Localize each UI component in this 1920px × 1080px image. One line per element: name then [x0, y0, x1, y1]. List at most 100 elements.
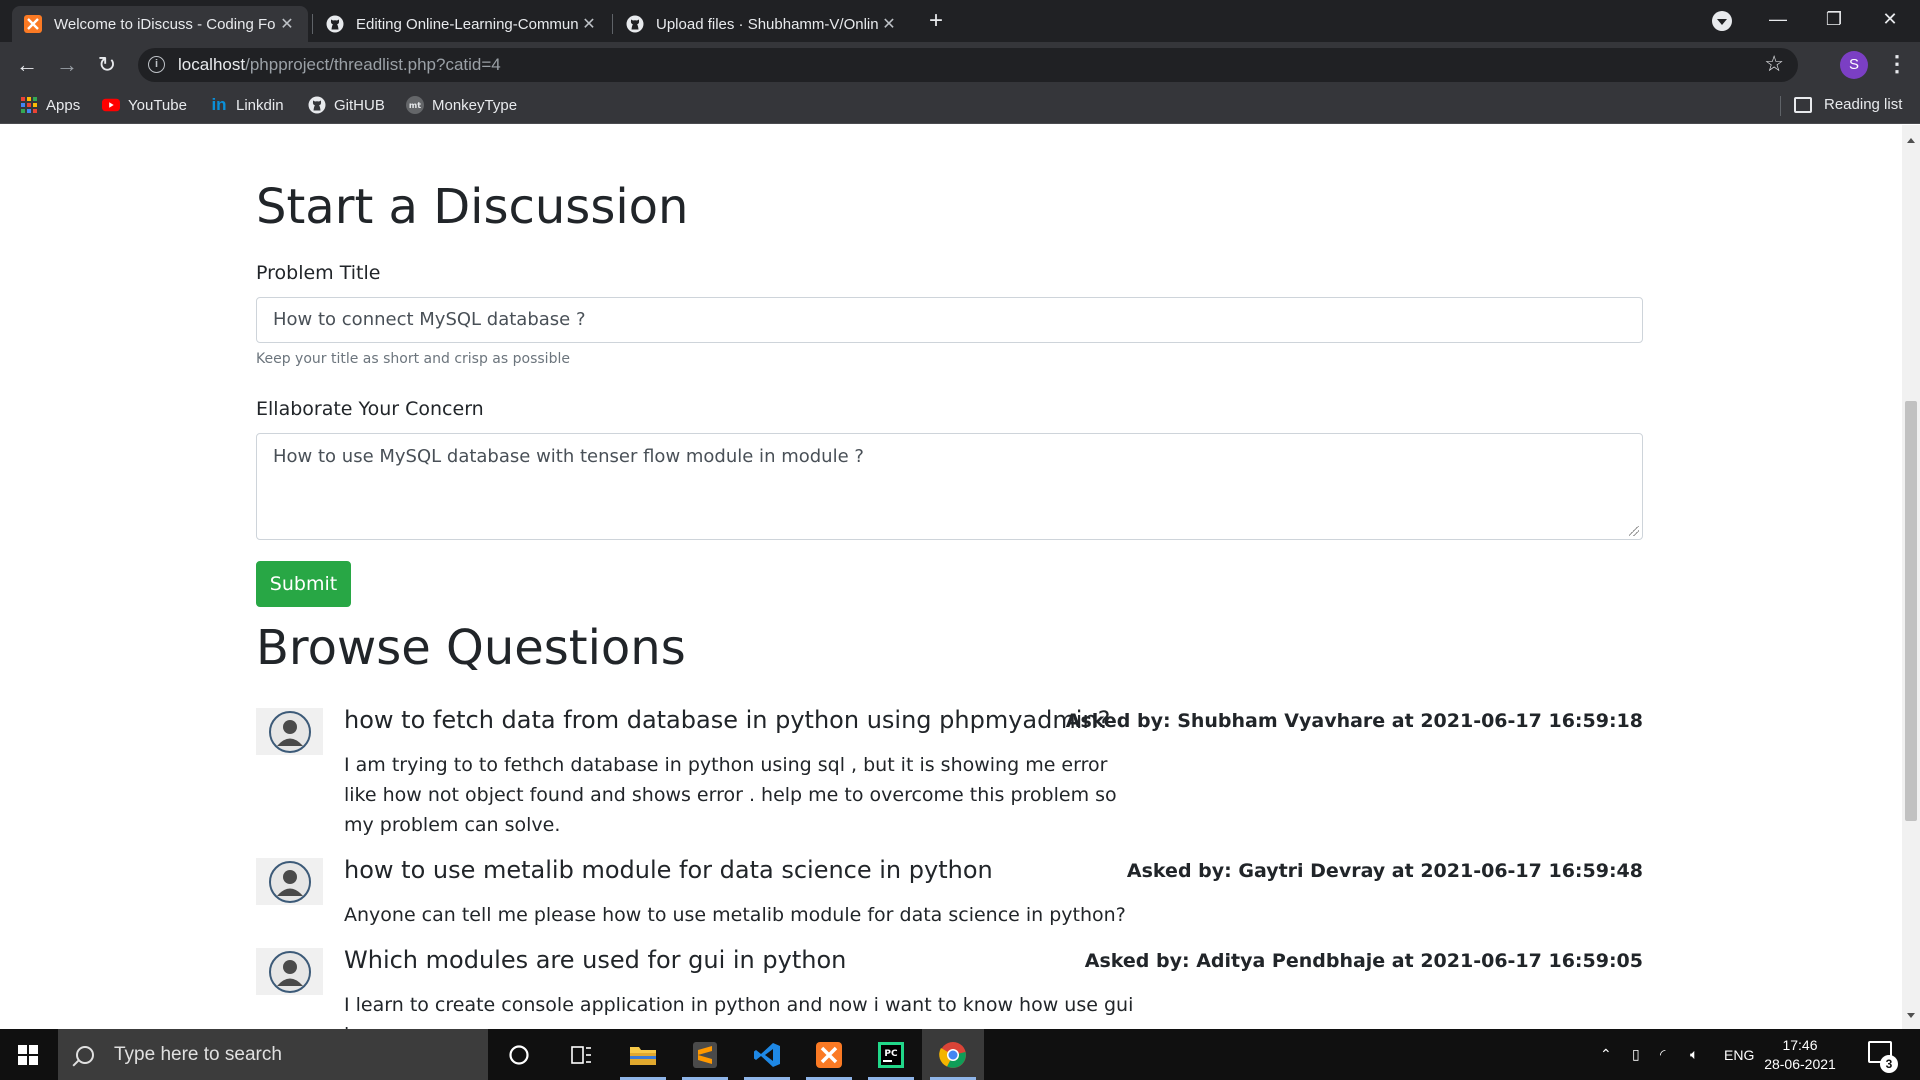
- tab-divider: [612, 14, 613, 34]
- browser-tab-strip: Welcome to iDiscuss - Coding Fo ✕ Editin…: [0, 0, 1920, 42]
- xampp-icon[interactable]: [798, 1029, 860, 1080]
- submit-button[interactable]: Submit: [256, 561, 351, 607]
- bookmark-apps[interactable]: Apps: [20, 96, 80, 114]
- reading-list-icon: [1794, 96, 1812, 113]
- windows-start-icon[interactable]: [18, 1045, 38, 1065]
- pycharm-icon[interactable]: PC: [860, 1029, 922, 1080]
- svg-text:PC: PC: [884, 1049, 898, 1059]
- user-avatar-icon: [256, 858, 323, 905]
- user-avatar-icon: [256, 948, 323, 995]
- browse-questions-heading: Browse Questions: [256, 620, 686, 676]
- svg-text:mt: mt: [409, 101, 421, 110]
- question-description: Anyone can tell me please how to use met…: [344, 904, 1126, 926]
- bookmark-monkeytype[interactable]: mt MonkeyType: [406, 96, 517, 114]
- profile-avatar[interactable]: S: [1840, 51, 1868, 79]
- youtube-icon: [102, 96, 120, 114]
- address-bar[interactable]: i localhost/phpproject/threadlist.php?ca…: [138, 48, 1798, 82]
- url-text: localhost/phpproject/threadlist.php?cati…: [178, 55, 501, 74]
- question-asked-by: Asked by: Shubham Vyavhare at 2021-06-17…: [1065, 710, 1643, 732]
- concern-textarea[interactable]: How to use MySQL database with tenser fl…: [256, 433, 1643, 540]
- clock-date: 28-06-2021: [1764, 1056, 1836, 1072]
- bookmark-label: Linkdin: [236, 96, 284, 114]
- github-icon: [326, 15, 344, 33]
- window-close-button[interactable]: ✕: [1862, 0, 1918, 38]
- question-description: I am trying to to fethch database in pyt…: [344, 754, 1117, 836]
- close-icon[interactable]: ✕: [278, 14, 296, 34]
- taskbar-clock[interactable]: 17:46 28-06-2021: [1760, 1036, 1840, 1074]
- user-avatar-icon: [256, 708, 323, 755]
- search-icon: [76, 1045, 94, 1064]
- monkeytype-icon: mt: [406, 96, 424, 114]
- language-indicator[interactable]: ENG: [1724, 1029, 1754, 1080]
- wifi-icon[interactable]: ◜: [1660, 1029, 1665, 1080]
- page-title: Start a Discussion: [256, 179, 689, 235]
- reload-icon[interactable]: ↻: [92, 50, 122, 80]
- apps-grid-icon: [20, 96, 38, 114]
- volume-icon[interactable]: 🔈︎: [1690, 1029, 1698, 1080]
- tab-title: Upload files · Shubhamm-V/Onlin: [656, 15, 879, 33]
- bookmark-youtube[interactable]: YouTube: [102, 96, 187, 114]
- bookmark-label: Apps: [46, 96, 81, 114]
- linkedin-icon: in: [211, 95, 227, 114]
- question-title-link[interactable]: how to fetch data from database in pytho…: [344, 706, 1110, 734]
- back-arrow-icon[interactable]: ←: [12, 50, 42, 80]
- chrome-icon[interactable]: [922, 1029, 984, 1080]
- vscode-icon[interactable]: [736, 1029, 798, 1080]
- tab-divider: [312, 14, 313, 34]
- github-icon: [626, 15, 644, 33]
- problem-title-help: Keep your title as short and crisp as po…: [256, 351, 570, 367]
- close-icon[interactable]: ✕: [880, 14, 898, 34]
- menu-kebab-icon[interactable]: ⋮: [1886, 52, 1908, 78]
- cortana-icon[interactable]: [488, 1029, 550, 1080]
- device-icon[interactable]: ▯: [1632, 1029, 1640, 1080]
- problem-title-input[interactable]: How to connect MySQL database ?: [256, 297, 1643, 343]
- clock-time: 17:46: [1782, 1037, 1818, 1053]
- browser-toolbar: ← → ↻ i localhost/phpproject/threadlist.…: [0, 42, 1920, 88]
- scroll-down-arrow-icon[interactable]: [1907, 1013, 1915, 1018]
- task-view-icon[interactable]: [550, 1029, 612, 1080]
- reading-list-label: Reading list: [1824, 96, 1903, 113]
- tab-idiscuss[interactable]: Welcome to iDiscuss - Coding Fo ✕: [12, 6, 308, 42]
- forward-arrow-icon[interactable]: →: [52, 50, 82, 80]
- bookmark-linkedin[interactable]: in Linkdin: [210, 95, 284, 114]
- taskbar-search-box[interactable]: Type here to search: [58, 1029, 488, 1080]
- page-viewport: Start a Discussion Problem Title How to …: [0, 125, 1902, 1029]
- reading-list-button[interactable]: Reading list: [1794, 96, 1902, 113]
- bookmark-github[interactable]: GitHUB: [308, 96, 385, 114]
- bookmark-label: GitHUB: [334, 96, 385, 114]
- show-hidden-icons-chevron-icon[interactable]: ⌃: [1600, 1029, 1612, 1080]
- search-placeholder: Type here to search: [114, 1043, 282, 1065]
- bookmark-label: MonkeyType: [432, 96, 518, 114]
- site-info-icon[interactable]: i: [148, 56, 165, 73]
- question-title-link[interactable]: how to use metalib module for data scien…: [344, 856, 993, 884]
- notification-count-badge: 3: [1880, 1055, 1898, 1073]
- windows-taskbar: Type here to search PC ⌃ ▯ ◜ 🔈︎ ENG 17:4…: [0, 1029, 1920, 1080]
- concern-text: How to use MySQL database with tenser fl…: [273, 446, 864, 467]
- tab-title: Editing Online-Learning-Commun: [356, 15, 579, 33]
- file-explorer-icon[interactable]: [612, 1029, 674, 1080]
- bookmarks-divider: [1780, 96, 1781, 116]
- scroll-up-arrow-icon[interactable]: [1907, 138, 1915, 143]
- new-tab-button[interactable]: +: [922, 8, 950, 36]
- problem-title-label: Problem Title: [256, 262, 381, 284]
- minimize-button[interactable]: —: [1750, 0, 1806, 38]
- bookmarks-bar: Apps YouTube in Linkdin GitHUB mt Monkey…: [0, 88, 1920, 124]
- concern-label: Ellaborate Your Concern: [256, 398, 484, 420]
- question-title-link[interactable]: Which modules are used for gui in python: [344, 946, 846, 974]
- question-asked-by: Asked by: Gaytri Devray at 2021-06-17 16…: [1126, 860, 1643, 882]
- resize-handle-icon[interactable]: [1629, 526, 1639, 536]
- bookmark-star-icon[interactable]: ☆: [1764, 51, 1784, 77]
- xampp-icon: [24, 15, 42, 33]
- restore-button[interactable]: ❐: [1806, 0, 1862, 38]
- question-asked-by: Asked by: Aditya Pendbhaje at 2021-06-17…: [1084, 950, 1643, 972]
- tab-editing-github[interactable]: Editing Online-Learning-Commun ✕: [314, 6, 610, 42]
- close-icon[interactable]: ✕: [580, 14, 598, 34]
- page-scrollbar[interactable]: [1902, 125, 1920, 1029]
- github-icon: [308, 96, 326, 114]
- scrollbar-thumb[interactable]: [1905, 401, 1917, 821]
- sublime-text-icon[interactable]: [674, 1029, 736, 1080]
- tab-title: Welcome to iDiscuss - Coding Fo: [54, 15, 276, 33]
- bookmark-label: YouTube: [128, 96, 187, 114]
- tab-search-icon[interactable]: [1712, 11, 1732, 31]
- tab-upload-files[interactable]: Upload files · Shubhamm-V/Onlin ✕: [614, 6, 910, 42]
